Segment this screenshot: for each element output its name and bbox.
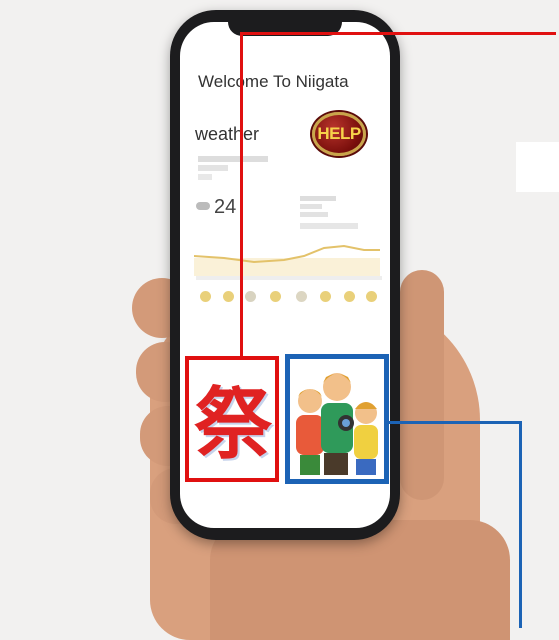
tourists-icon — [296, 373, 378, 475]
app-title: Welcome To Niigata — [198, 72, 349, 91]
sun-icon — [344, 291, 355, 302]
chart-axis — [196, 276, 382, 280]
sun-icon — [366, 291, 377, 302]
background-panel — [516, 142, 559, 192]
temperature-value: 24 — [214, 196, 237, 218]
sun-icon — [223, 291, 234, 302]
cloud-icon — [296, 291, 307, 302]
weather-heading: weather — [195, 124, 260, 144]
sun-icon — [200, 291, 211, 302]
forecast-details — [198, 156, 278, 180]
festival-callout-line — [240, 32, 243, 358]
cloud-icon — [245, 291, 256, 302]
tourists-button[interactable] — [285, 354, 389, 484]
thumb — [400, 270, 444, 500]
help-icon: HELP — [317, 124, 361, 143]
sun-icon — [270, 291, 281, 302]
sun-icon — [320, 291, 331, 302]
tourists-callout-line — [389, 421, 522, 424]
cloud-icon — [196, 202, 210, 210]
tourists-callout-line — [519, 421, 522, 628]
festival-icon: 祭 — [193, 379, 272, 470]
help-button[interactable]: HELP — [312, 112, 366, 156]
weather-stats — [300, 196, 360, 229]
festival-callout-line — [240, 32, 556, 35]
hourly-chart — [194, 244, 380, 276]
